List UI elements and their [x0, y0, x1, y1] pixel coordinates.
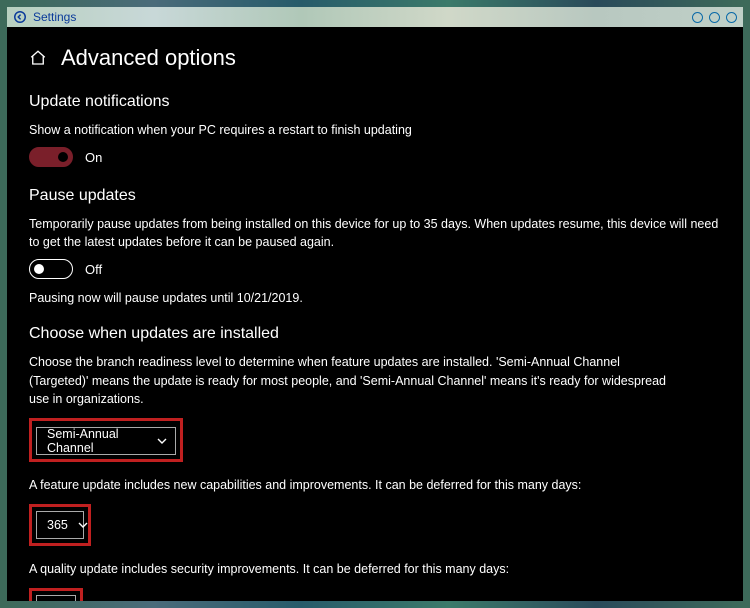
quality-desc: A quality update includes security impro… [29, 560, 721, 578]
chevron-down-icon [78, 520, 88, 530]
chevron-down-icon [157, 436, 167, 446]
choose-heading: Choose when updates are installed [29, 325, 721, 343]
pause-note: Pausing now will pause updates until 10/… [29, 291, 721, 305]
notifications-desc: Show a notification when your PC require… [29, 121, 721, 139]
feature-highlight: 365 [29, 504, 91, 546]
home-icon[interactable] [29, 49, 47, 67]
feature-days-value: 365 [47, 518, 68, 532]
back-icon[interactable] [13, 10, 27, 24]
notifications-toggle[interactable] [29, 147, 73, 167]
branch-highlight: Semi-Annual Channel [29, 418, 183, 462]
feature-days-dropdown[interactable]: 365 [36, 511, 84, 539]
choose-desc: Choose the branch readiness level to det… [29, 353, 669, 407]
maximize-button[interactable] [709, 12, 720, 23]
notifications-toggle-label: On [85, 150, 102, 165]
feature-desc: A feature update includes new capabiliti… [29, 476, 721, 494]
pause-toggle-label: Off [85, 262, 102, 277]
pause-heading: Pause updates [29, 187, 721, 205]
window-title: Settings [33, 10, 76, 24]
content-area: Advanced options Update notifications Sh… [7, 27, 743, 601]
close-button[interactable] [726, 12, 737, 23]
page-title: Advanced options [61, 45, 236, 71]
minimize-button[interactable] [692, 12, 703, 23]
branch-value: Semi-Annual Channel [47, 427, 147, 455]
quality-highlight: 0 [29, 588, 83, 601]
window-controls [692, 12, 737, 23]
titlebar: Settings [7, 7, 743, 27]
branch-dropdown[interactable]: Semi-Annual Channel [36, 427, 176, 455]
pause-desc: Temporarily pause updates from being ins… [29, 215, 721, 251]
quality-days-dropdown[interactable]: 0 [36, 595, 76, 601]
pause-toggle[interactable] [29, 259, 73, 279]
notifications-heading: Update notifications [29, 93, 721, 111]
